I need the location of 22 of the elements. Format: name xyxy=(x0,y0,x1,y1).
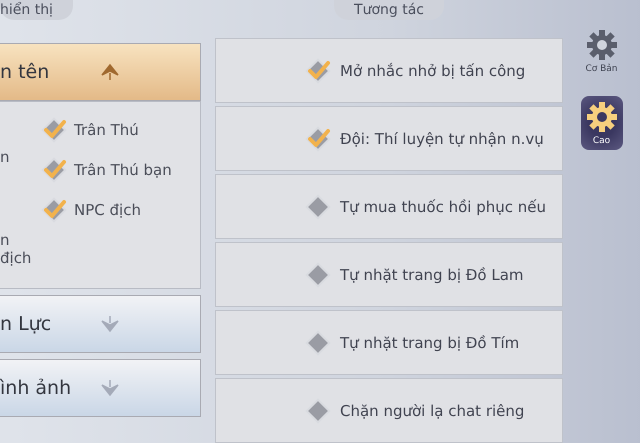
setting-row[interactable]: Tự nhặt trang bị Đồ Tím xyxy=(215,310,563,375)
setting-row[interactable]: Chặn người lạ chat riêng xyxy=(215,378,563,443)
option-label: Trân Thú xyxy=(74,121,139,139)
setting-row[interactable]: Tự nhặt trang bị Đồ Lam xyxy=(215,242,563,307)
option-label: n địch xyxy=(0,231,32,267)
section-header[interactable]: n Lực xyxy=(0,295,201,353)
gear-icon xyxy=(584,100,618,134)
setting-row[interactable]: Đội: Thí luyện tự nhận n.vụ xyxy=(215,106,563,171)
side-tab[interactable]: Cao xyxy=(580,96,622,150)
setting-row[interactable]: Tự mua thuốc hồi phục nếu xyxy=(215,174,563,239)
option-label: NPC địch xyxy=(74,201,141,219)
option-label: n xyxy=(0,148,11,166)
section-header[interactable]: n tên xyxy=(0,43,201,101)
down-caret-icon xyxy=(100,315,120,333)
panel-title: Tương tác xyxy=(334,0,444,20)
setting-row[interactable]: Mở nhắc nhở bị tấn công xyxy=(215,38,563,103)
gear-icon xyxy=(584,28,618,62)
down-caret-icon xyxy=(100,379,120,397)
up-caret-icon xyxy=(100,63,120,81)
option-label: Trân Thú bạn xyxy=(74,161,172,179)
side-tab[interactable]: Cơ Bản xyxy=(580,24,622,78)
panel-title: hiển thị xyxy=(0,0,73,20)
